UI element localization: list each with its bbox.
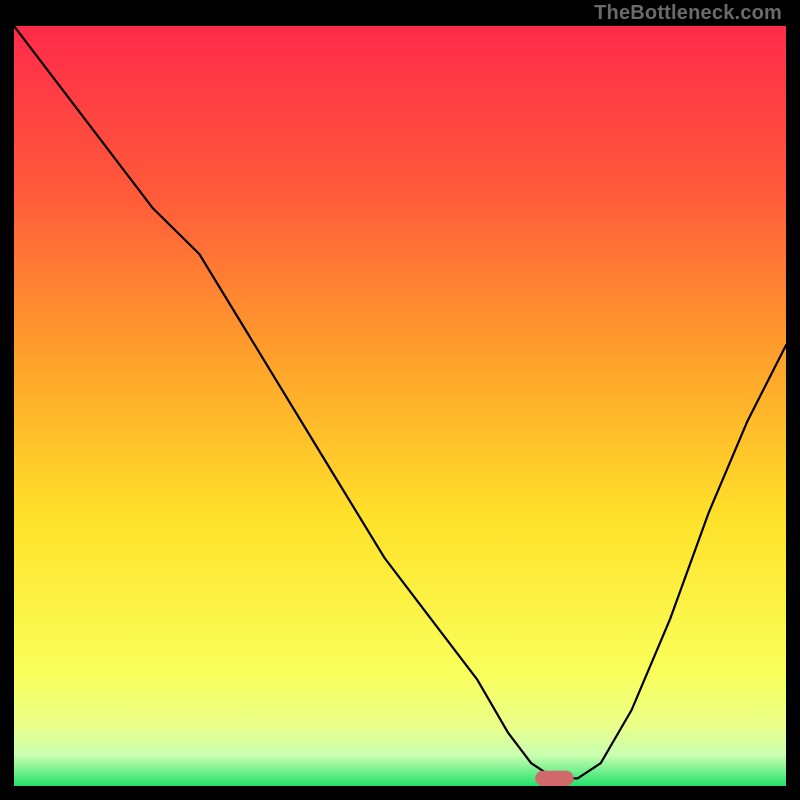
optimal-marker: [535, 771, 574, 786]
chart-svg: [14, 26, 786, 786]
gradient-background: [14, 26, 786, 786]
plot-area: [14, 26, 786, 786]
chart-frame: TheBottleneck.com: [0, 0, 800, 800]
watermark-text: TheBottleneck.com: [594, 2, 782, 25]
